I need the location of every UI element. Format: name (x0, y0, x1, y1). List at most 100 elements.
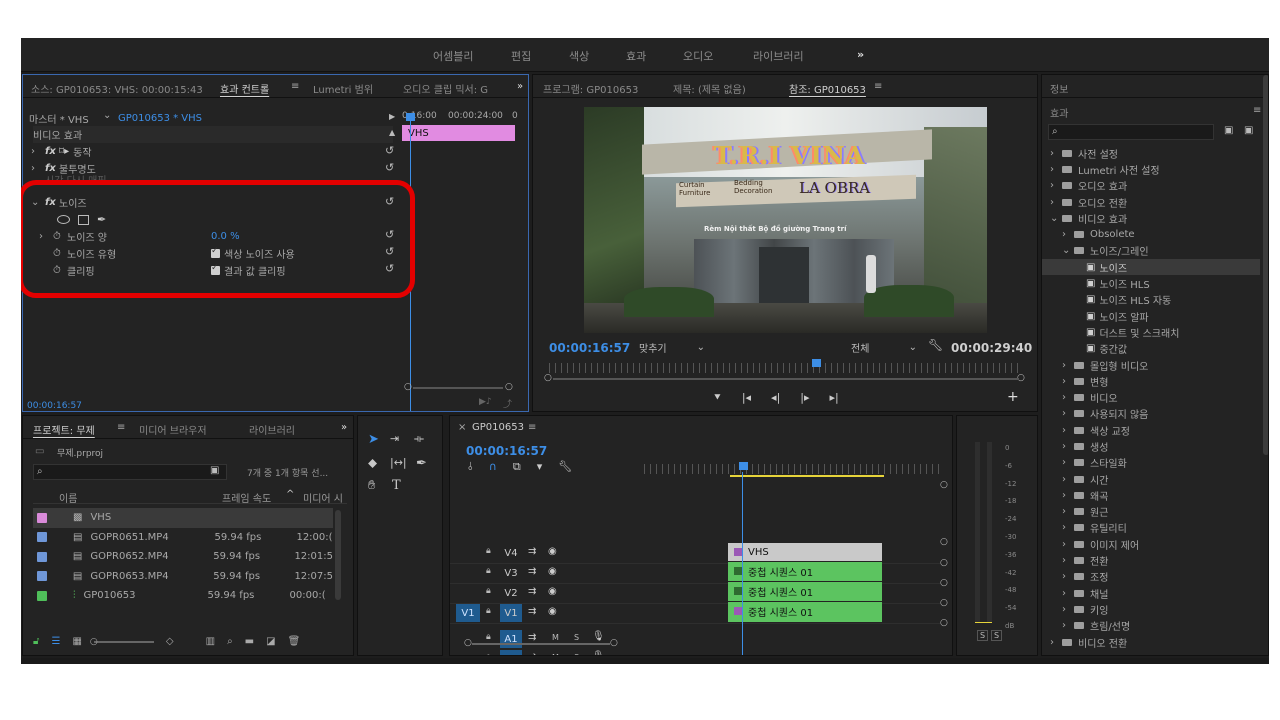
in-out-range[interactable] (730, 475, 884, 477)
microphone-icon[interactable]: 🎙︎ (592, 651, 605, 655)
step-back-icon[interactable]: ◂| (771, 391, 780, 405)
workspace-tab-effects[interactable]: 효과 (626, 48, 646, 64)
effects-tree-item[interactable]: › 왜곡 (1042, 487, 1260, 503)
track-target-a2[interactable]: A2 (500, 650, 522, 655)
tab-program[interactable]: 프로그램: GP010653 (543, 81, 638, 96)
eye-icon[interactable]: ◉ (548, 546, 557, 557)
h-scroll-handle-right[interactable]: ○ (610, 638, 618, 648)
effects-tree-item[interactable]: › 비디오 전환 (1042, 634, 1260, 650)
track-lock-icon[interactable]: 🔒︎ (486, 566, 491, 576)
add-marker-icon[interactable]: ▾ (537, 460, 543, 474)
chevron-right-icon[interactable]: › (1062, 392, 1074, 403)
hand-tool-icon[interactable]: ✋︎ (368, 478, 375, 493)
clip-nested-v2[interactable]: 중첩 시퀀스 01 (728, 582, 882, 601)
close-icon[interactable]: × (458, 422, 466, 433)
panel-menu-icon[interactable]: ≡ (874, 81, 882, 92)
track-lock-icon[interactable]: 🔒︎ (486, 652, 491, 655)
zoom-handle-right[interactable]: ○ (505, 382, 513, 392)
chevron-right-icon[interactable]: › (1062, 457, 1074, 468)
solo-button[interactable]: S (574, 633, 579, 642)
track-target-v3[interactable]: V3 (500, 564, 522, 582)
reset-icon[interactable]: ↺ (385, 161, 394, 174)
collapse-up-icon[interactable]: ▲ (389, 128, 395, 137)
ripple-edit-tool-icon[interactable]: ⟛ (414, 432, 424, 446)
chevron-right-icon[interactable]: › (1062, 360, 1074, 371)
wrench-icon[interactable]: 🔧︎ (558, 460, 572, 474)
find-icon[interactable]: ▣ (210, 465, 219, 476)
chevron-right-icon[interactable]: › (1062, 229, 1074, 240)
effects-tree-item[interactable]: ▣ 중간값 (1042, 341, 1260, 357)
effects-scrollbar[interactable] (1263, 75, 1268, 455)
effects-tree-item[interactable]: › 흐림/선명 (1042, 618, 1260, 634)
snap-magnet-icon[interactable]: ∩ (489, 460, 497, 474)
eye-icon[interactable]: ◉ (548, 586, 557, 597)
track-scroll-handle[interactable]: ○ (940, 578, 948, 588)
chevron-right-icon[interactable]: › (31, 146, 45, 157)
effects-tree-item[interactable]: › 생성 (1042, 438, 1260, 454)
chevron-right-icon[interactable]: › (1062, 620, 1074, 631)
workspace-tab-edit[interactable]: 편집 (511, 48, 531, 64)
effects-tree-item[interactable]: › 비디오 (1042, 389, 1260, 405)
find-icon[interactable]: ⌕ (227, 636, 233, 647)
workspace-overflow-button[interactable]: » (857, 48, 864, 61)
program-timecode[interactable]: 00:00:16:57 (549, 339, 630, 356)
panel-menu-icon[interactable]: ≡ (1253, 105, 1261, 116)
effects-tree-item[interactable]: › 이미지 제어 (1042, 536, 1260, 552)
microphone-icon[interactable]: 🎙︎ (592, 631, 605, 642)
sync-lock-icon[interactable]: ⇉ (528, 652, 536, 655)
chevron-right-icon[interactable]: › (1050, 180, 1062, 191)
sync-lock-icon[interactable]: ⇉ (528, 606, 536, 617)
zoom-handle-left[interactable]: ○ (404, 382, 412, 392)
linked-selection-icon[interactable]: ⧉ (513, 460, 521, 474)
timeline-ruler[interactable] (644, 464, 940, 474)
sync-lock-icon[interactable]: ⇉ (528, 546, 536, 557)
workspace-tab-color[interactable]: 색상 (569, 48, 589, 64)
tab-info[interactable]: 정보 (1050, 81, 1068, 96)
chevron-right-icon[interactable]: › (1062, 490, 1074, 501)
chevron-right-icon[interactable]: › (1062, 539, 1074, 550)
type-tool-icon[interactable]: T (392, 478, 401, 493)
chevron-right-icon[interactable]: › (1050, 164, 1062, 175)
eye-icon[interactable]: ◉ (548, 566, 557, 577)
clip-vhs[interactable]: VHS (728, 543, 882, 561)
zoom-scroll-bar[interactable] (413, 387, 503, 389)
add-marker-icon[interactable]: ⯆ (713, 391, 722, 405)
32bit-effects-icon[interactable]: ▣ (1244, 125, 1253, 136)
effects-search-input[interactable]: ⌕ (1048, 124, 1214, 140)
effects-tree-item[interactable]: › 전환 (1042, 552, 1260, 568)
project-list-item[interactable]: ⫶ GP010653 59.94 fps 00:00:( (33, 586, 333, 606)
label-color-swatch[interactable] (37, 551, 47, 562)
tab-reference[interactable]: 참조: GP010653 (789, 81, 866, 96)
track-target-a1[interactable]: A1 (500, 630, 522, 648)
project-scrollbar[interactable] (335, 510, 341, 600)
source-patch-v1[interactable]: V1 (456, 604, 480, 622)
chevron-right-icon[interactable]: › (1062, 425, 1074, 436)
effects-tree-item[interactable]: ▣ 노이즈 (1042, 259, 1260, 276)
automate-sequence-icon[interactable]: ▥ (206, 636, 215, 647)
mute-button[interactable]: M (552, 653, 559, 655)
effect-playhead-handle[interactable] (406, 113, 415, 121)
program-zoom-bar[interactable] (553, 378, 1019, 380)
effects-tree-item[interactable]: › 변형 (1042, 373, 1260, 389)
chevron-right-icon[interactable]: › (1062, 522, 1074, 533)
fx-motion-row[interactable]: › fx ⌑▸ 동작 (31, 143, 92, 160)
track-target-v2[interactable]: V2 (500, 584, 522, 602)
track-target-v1[interactable]: V1 (500, 604, 522, 622)
play-audio-icon[interactable]: ▶♪ (479, 397, 492, 407)
sort-icon[interactable]: ◇ (166, 636, 174, 647)
effects-tree-item[interactable]: › 오디오 효과 (1042, 178, 1260, 194)
chevron-right-icon[interactable]: › (1062, 408, 1074, 419)
track-scroll-handle[interactable]: ○ (940, 618, 948, 628)
scroll-handle[interactable]: ○ (940, 480, 948, 490)
add-button-icon[interactable]: + (1007, 389, 1019, 405)
clip-nested-v3[interactable]: 중첩 시퀀스 01 (728, 562, 882, 581)
go-to-out-icon[interactable]: ▸| (830, 391, 839, 405)
chevron-right-icon[interactable]: › (1062, 588, 1074, 599)
track-lock-icon[interactable]: 🔒︎ (486, 632, 491, 642)
effects-tree-item[interactable]: ▣ 노이즈 알파 (1042, 308, 1260, 324)
panel-menu-icon[interactable]: ≡ (117, 422, 125, 433)
tab-source[interactable]: 소스: GP010653: VHS: 00:00:15:43 (31, 81, 203, 96)
clip-nested-v1[interactable]: 중첩 시퀀스 01 (728, 602, 882, 622)
track-lock-icon[interactable]: 🔒︎ (486, 586, 491, 596)
effects-tree-item[interactable]: › 조정 (1042, 569, 1260, 585)
